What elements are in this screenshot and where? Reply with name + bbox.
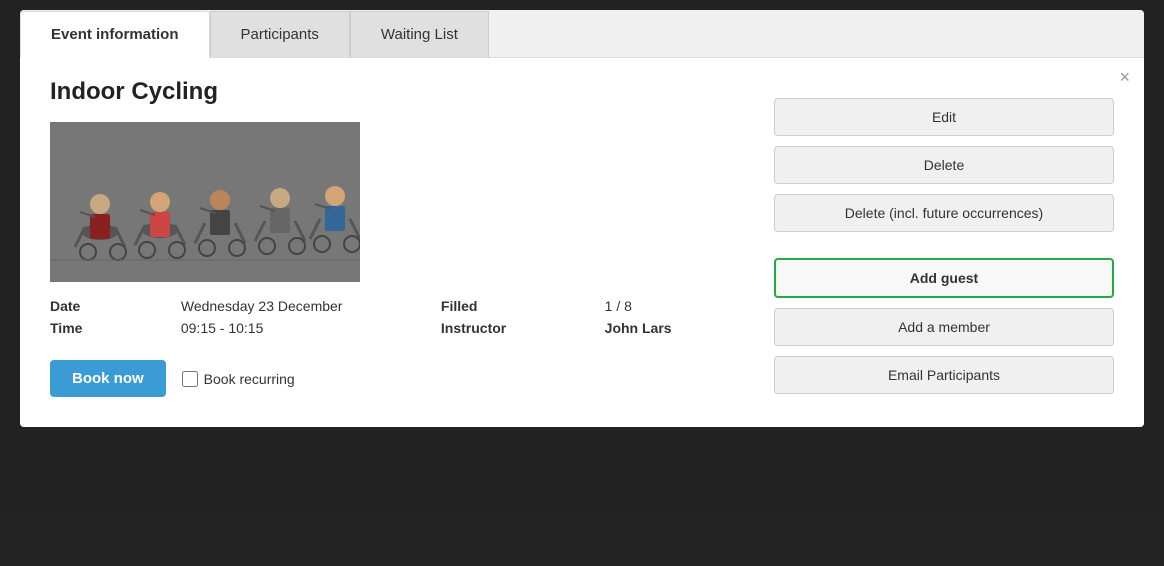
close-button[interactable]: ×: [1119, 68, 1130, 86]
tab-participants[interactable]: Participants: [210, 11, 350, 58]
time-label: Time: [50, 320, 165, 336]
event-title: Indoor Cycling: [50, 78, 754, 106]
event-modal: Event information Participants Waiting L…: [20, 10, 1144, 427]
event-image: [50, 122, 360, 282]
delete-future-button[interactable]: Delete (incl. future occurrences): [774, 194, 1114, 232]
tab-event-information[interactable]: Event information: [20, 11, 210, 58]
left-column: Indoor Cycling: [50, 78, 754, 397]
tab-waiting-list[interactable]: Waiting List: [350, 11, 489, 58]
filled-label: Filled: [441, 298, 589, 314]
modal-body: × Indoor Cycling: [20, 58, 1144, 427]
book-now-button[interactable]: Book now: [50, 360, 166, 397]
add-member-button[interactable]: Add a member: [774, 308, 1114, 346]
date-label: Date: [50, 298, 165, 314]
instructor-value: John Lars: [605, 320, 754, 336]
delete-button[interactable]: Delete: [774, 146, 1114, 184]
book-recurring-label[interactable]: Book recurring: [182, 371, 295, 387]
date-value: Wednesday 23 December: [181, 298, 425, 314]
event-details: Date Wednesday 23 December Filled 1 / 8 …: [50, 298, 754, 336]
instructor-label: Instructor: [441, 320, 589, 336]
content-layout: Indoor Cycling: [50, 78, 1114, 397]
book-recurring-checkbox[interactable]: [182, 371, 198, 387]
add-guest-button[interactable]: Add guest: [774, 258, 1114, 298]
book-row: Book now Book recurring: [50, 360, 754, 397]
cycling-image-svg: [50, 122, 360, 282]
tabs-row: Event information Participants Waiting L…: [20, 10, 1144, 58]
time-value: 09:15 - 10:15: [181, 320, 425, 336]
edit-button[interactable]: Edit: [774, 98, 1114, 136]
right-column: Edit Delete Delete (incl. future occurre…: [774, 78, 1114, 397]
spacer: [774, 242, 1114, 248]
email-participants-button[interactable]: Email Participants: [774, 356, 1114, 394]
filled-value: 1 / 8: [605, 298, 754, 314]
